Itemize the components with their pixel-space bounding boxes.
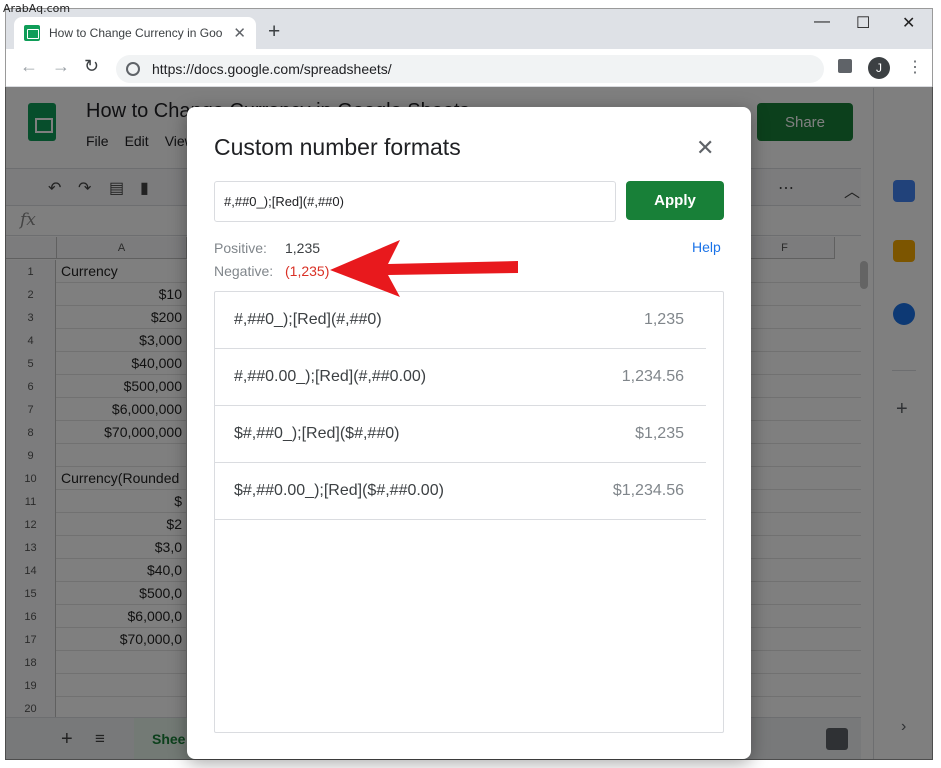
format-code: #,##0_);[Red](#,##0) <box>234 311 382 328</box>
format-code: $#,##0_);[Red]($#,##0) <box>234 425 400 442</box>
browser-tab[interactable]: How to Change Currency in Goo ✕ <box>14 17 256 49</box>
negative-preview: Negative: (1,235) <box>214 263 329 279</box>
close-window-button[interactable]: ✕ <box>902 13 915 33</box>
annotation-arrow-icon <box>330 240 518 297</box>
format-example: $1,235 <box>635 425 684 442</box>
format-option[interactable]: #,##0.00_);[Red](#,##0.00) 1,234.56 <box>215 349 706 406</box>
maximize-button[interactable]: ☐ <box>856 13 870 33</box>
help-link[interactable]: Help <box>692 239 721 255</box>
new-tab-button[interactable]: + <box>268 20 280 44</box>
sheets-favicon-icon <box>24 25 40 41</box>
reload-icon[interactable]: ↻ <box>84 56 99 77</box>
profile-avatar[interactable]: J <box>868 57 890 79</box>
apply-button[interactable]: Apply <box>626 181 724 220</box>
format-option[interactable]: $#,##0.00_);[Red]($#,##0.00) $1,234.56 <box>215 463 706 520</box>
watermark: ArabAq.com <box>3 2 71 15</box>
negative-label: Negative: <box>214 263 274 279</box>
minimize-button[interactable]: — <box>814 13 830 31</box>
url-text: https://docs.google.com/spreadsheets/ <box>152 61 392 77</box>
format-input[interactable] <box>214 181 616 222</box>
tab-title: How to Change Currency in Goo <box>49 26 223 40</box>
browser-toolbar: ← → ↻ https://docs.google.com/spreadshee… <box>6 49 932 87</box>
tab-strip: How to Change Currency in Goo ✕ + — ☐ ✕ <box>6 9 932 49</box>
format-code: #,##0.00_);[Red](#,##0.00) <box>234 368 427 385</box>
browser-menu-icon[interactable]: ⋮ <box>907 57 923 77</box>
format-example: 1,235 <box>643 311 684 328</box>
extensions-puzzle-icon[interactable] <box>838 59 852 73</box>
format-example: 1,234.56 <box>621 368 684 385</box>
positive-preview: Positive: 1,235 <box>214 240 320 256</box>
format-code: $#,##0.00_);[Red]($#,##0.00) <box>234 482 444 499</box>
address-bar[interactable]: https://docs.google.com/spreadsheets/ <box>116 55 824 83</box>
format-list: #,##0_);[Red](#,##0) 1,235 #,##0.00_);[R… <box>214 291 724 733</box>
format-option[interactable]: $#,##0_);[Red]($#,##0) $1,235 <box>215 406 706 463</box>
custom-number-formats-dialog: Custom number formats ✕ Apply Positive: 1… <box>187 107 751 759</box>
positive-label: Positive: <box>214 240 267 256</box>
forward-arrow-icon[interactable]: → <box>52 56 70 77</box>
tab-close-icon[interactable]: ✕ <box>233 24 246 42</box>
negative-value: (1,235) <box>285 263 330 279</box>
dialog-title: Custom number formats <box>214 134 461 160</box>
site-info-icon[interactable] <box>126 62 140 76</box>
close-icon[interactable]: ✕ <box>696 135 714 161</box>
format-example: $1,234.56 <box>612 482 684 499</box>
positive-value: 1,235 <box>285 240 321 256</box>
back-arrow-icon[interactable]: ← <box>20 56 38 77</box>
